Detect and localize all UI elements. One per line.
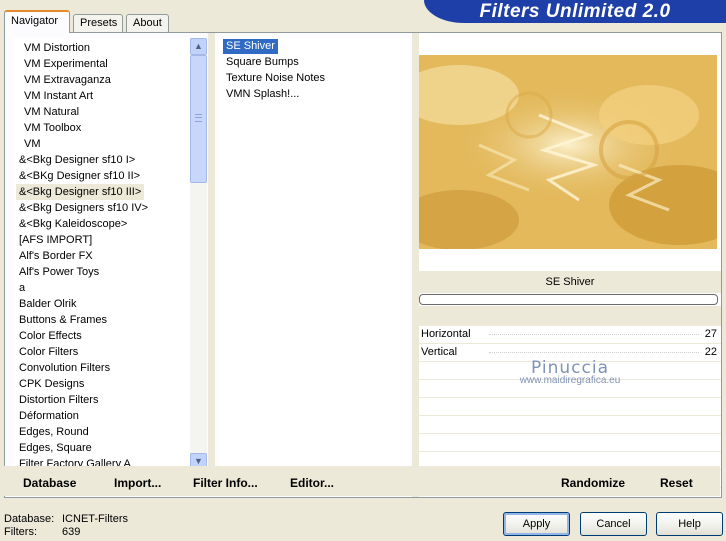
category-item[interactable]: Alf's Border FX <box>16 248 96 264</box>
category-item[interactable]: VM <box>21 136 44 152</box>
filters-count-label: Filters: <box>4 526 37 538</box>
database-status-label: Database: <box>4 513 55 525</box>
filter-item[interactable]: VMN Splash!... <box>223 87 302 102</box>
selected-filter-name: SE Shiver <box>419 271 721 293</box>
category-item[interactable]: VM Toolbox <box>21 120 84 136</box>
param-slider-track[interactable] <box>489 334 699 335</box>
filter-item[interactable]: SE Shiver <box>223 39 278 54</box>
reset-button[interactable]: Reset <box>660 476 693 490</box>
watermark: Pinuccia www.maidiregrafica.eu <box>419 358 721 386</box>
category-item[interactable]: &<Bkg Designers sf10 IV> <box>16 200 151 216</box>
params-gap <box>419 306 721 326</box>
category-item[interactable]: a <box>16 280 28 296</box>
param-value[interactable]: 27 <box>705 328 717 340</box>
filter-item[interactable]: Square Bumps <box>223 55 302 70</box>
category-item[interactable]: Balder Olrik <box>16 296 79 312</box>
category-item[interactable]: Convolution Filters <box>16 360 113 376</box>
category-item[interactable]: Color Effects <box>16 328 85 344</box>
category-item[interactable]: Color Filters <box>16 344 81 360</box>
category-item[interactable]: &<Bkg Kaleidoscope> <box>16 216 130 232</box>
preview-pane <box>419 33 721 273</box>
category-scrollbar[interactable]: ▲ ▼ <box>190 38 207 470</box>
tab-about[interactable]: About <box>126 14 169 33</box>
import-button[interactable]: Import... <box>114 476 161 490</box>
param-label: Vertical <box>421 346 458 358</box>
app-title: Filters Unlimited 2.0 <box>479 1 671 22</box>
category-item[interactable]: Edges, Round <box>16 424 92 440</box>
progress-bar <box>419 294 718 305</box>
param-row-empty <box>419 398 721 416</box>
app-title-banner: Filters Unlimited 2.0 <box>424 0 726 23</box>
grip-icon <box>195 114 202 122</box>
status-area: Database: ICNET-Filters Filters: 639 <box>4 513 128 539</box>
database-button[interactable]: Database <box>23 476 76 490</box>
editor-button[interactable]: Editor... <box>290 476 334 490</box>
category-item[interactable]: Distortion Filters <box>16 392 101 408</box>
randomize-button[interactable]: Randomize <box>561 476 625 490</box>
filters-count-value: 639 <box>62 526 81 538</box>
param-row-horizontal[interactable]: Horizontal 27 <box>419 326 721 344</box>
category-item[interactable]: VM Extravaganza <box>21 72 114 88</box>
navigator-panel: VM Distortion VM Experimental VM Extravaga… <box>4 32 722 498</box>
watermark-url: www.maidiregrafica.eu <box>519 375 621 386</box>
database-status-value: ICNET-Filters <box>62 513 128 525</box>
category-item[interactable]: &<Bkg Designer sf10 III> <box>16 184 145 200</box>
tab-navigator[interactable]: Navigator <box>4 10 70 33</box>
category-item[interactable]: CPK Designs <box>16 376 87 392</box>
param-value[interactable]: 22 <box>705 346 717 358</box>
category-item[interactable]: [AFS IMPORT] <box>16 232 95 248</box>
tab-presets[interactable]: Presets <box>73 14 123 33</box>
filter-item[interactable]: Texture Noise Notes <box>223 71 328 86</box>
preview-pattern <box>419 55 717 249</box>
category-item[interactable]: Buttons & Frames <box>16 312 110 328</box>
preview-image <box>419 55 717 249</box>
help-button[interactable]: Help <box>656 512 723 536</box>
scrollbar-thumb[interactable] <box>190 55 207 183</box>
category-item[interactable]: VM Experimental <box>21 56 111 72</box>
category-item[interactable]: &<BKg Designer sf10 II> <box>16 168 143 184</box>
category-item[interactable]: &<Bkg Designer sf10 I> <box>16 152 138 168</box>
category-item[interactable]: VM Natural <box>21 104 82 120</box>
action-bar: Database Import... Filter Info... Editor… <box>4 466 720 496</box>
category-list[interactable]: VM Distortion VM Experimental VM Extravaga… <box>14 38 194 470</box>
list-divider <box>208 33 215 467</box>
filter-list[interactable]: SE Shiver Square Bumps Texture Noise Notes… <box>219 38 409 466</box>
category-item[interactable]: VM Distortion <box>21 40 93 56</box>
category-item[interactable]: Edges, Square <box>16 440 95 456</box>
scroll-up-icon[interactable]: ▲ <box>190 38 207 55</box>
param-slider-track[interactable] <box>489 352 699 353</box>
param-row-empty <box>419 434 721 452</box>
param-label: Horizontal <box>421 328 471 340</box>
filter-info-button[interactable]: Filter Info... <box>193 476 258 490</box>
category-item[interactable]: Alf's Power Toys <box>16 264 102 280</box>
category-item[interactable]: Déformation <box>16 408 82 424</box>
param-row-empty <box>419 416 721 434</box>
apply-button[interactable]: Apply <box>503 512 570 536</box>
cancel-button[interactable]: Cancel <box>580 512 647 536</box>
preview-divider <box>412 33 419 497</box>
category-item[interactable]: VM Instant Art <box>21 88 96 104</box>
